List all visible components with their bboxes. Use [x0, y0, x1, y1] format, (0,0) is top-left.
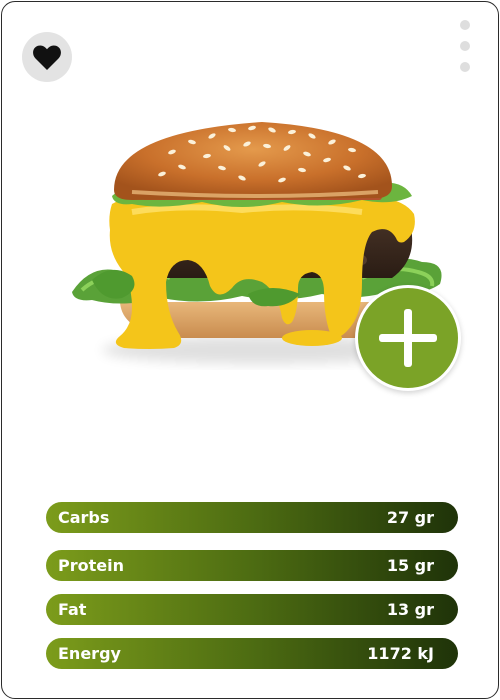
more-dot: [460, 41, 470, 51]
nutrition-row-energy: Energy 1172 kJ: [46, 638, 458, 669]
nutrient-label: Fat: [58, 600, 87, 619]
more-dot: [460, 62, 470, 72]
plus-icon: [379, 309, 437, 367]
nutrient-value: 27 gr: [386, 508, 434, 527]
food-card: Carbs 27 gr Protein 15 gr Fat 13 gr Ener…: [1, 1, 499, 699]
more-options-button[interactable]: [454, 20, 476, 72]
nutrient-value: 1172 kJ: [367, 644, 434, 663]
nutrient-value: 15 gr: [386, 556, 434, 575]
nutrient-label: Carbs: [58, 508, 110, 527]
nutrition-row-protein: Protein 15 gr: [46, 550, 458, 581]
more-dot: [460, 20, 470, 30]
nutrition-row-carbs: Carbs 27 gr: [46, 502, 458, 533]
nutrient-label: Protein: [58, 556, 124, 575]
nutrient-label: Energy: [58, 644, 121, 663]
nutrition-row-fat: Fat 13 gr: [46, 594, 458, 625]
favorite-button[interactable]: [22, 32, 72, 82]
heart-icon: [33, 45, 61, 70]
add-to-cart-button[interactable]: [355, 285, 461, 391]
nutrient-value: 13 gr: [386, 600, 434, 619]
